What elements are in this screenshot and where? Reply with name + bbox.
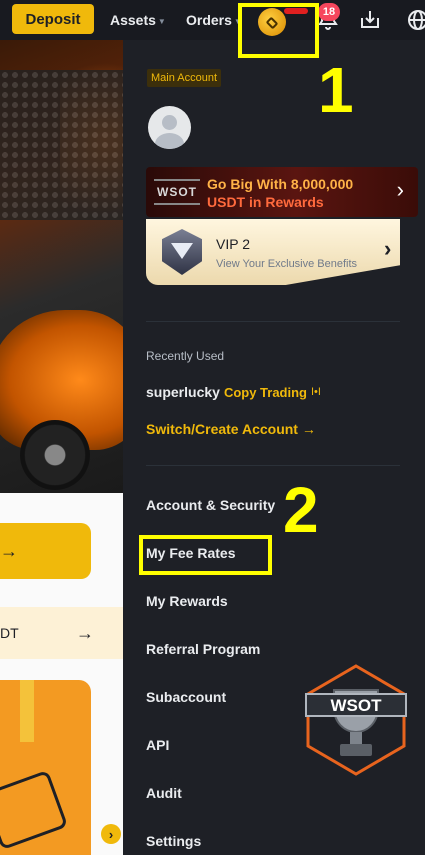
arrow-right-icon: → bbox=[0, 540, 18, 561]
copy-trading-icon: I•I bbox=[311, 386, 321, 398]
promo-banner[interactable]: WSOT Go Big With 8,000,000 USDT in Rewar… bbox=[146, 167, 418, 217]
menu-item-api[interactable]: API bbox=[146, 737, 169, 753]
chevron-right-icon: › bbox=[108, 826, 114, 842]
menu-item-subaccount[interactable]: Subaccount bbox=[146, 689, 226, 705]
caret-down-icon: ▼ bbox=[157, 16, 166, 26]
divider bbox=[146, 321, 400, 322]
step-marker-1: 1 bbox=[318, 54, 354, 126]
arrow-right-icon: → bbox=[76, 622, 94, 643]
divider bbox=[146, 465, 400, 466]
promo-row-link[interactable]: DT → bbox=[0, 607, 123, 659]
vip-benefits-text: View Your Exclusive Benefits bbox=[216, 258, 358, 270]
carousel-next-button[interactable]: › bbox=[101, 824, 121, 844]
banner-pattern bbox=[0, 70, 123, 220]
chevron-right-icon: › bbox=[396, 177, 404, 202]
globe-icon[interactable] bbox=[406, 8, 425, 32]
avatar-head bbox=[162, 115, 177, 130]
vip-level: VIP 2 bbox=[216, 236, 250, 252]
recent-account-item[interactable]: superlucky Copy Trading I•I bbox=[146, 384, 321, 400]
notification-count-badge: 18 bbox=[318, 3, 340, 21]
assets-label: Assets bbox=[110, 12, 156, 28]
promo-row-text: DT bbox=[0, 625, 19, 641]
chevron-right-icon[interactable]: › bbox=[384, 236, 391, 262]
switch-create-account-link[interactable]: Switch/Create Account → bbox=[146, 421, 316, 437]
menu-item-settings[interactable]: Settings bbox=[146, 833, 201, 849]
recently-used-heading: Recently Used bbox=[146, 349, 225, 363]
highlight-box-fee-rates bbox=[139, 535, 272, 575]
top-navigation-bar: Deposit Assets ▼ Orders ▼ 18 bbox=[0, 0, 425, 40]
menu-item-rewards[interactable]: My Rewards bbox=[146, 593, 228, 609]
menu-item-referral[interactable]: Referral Program bbox=[146, 641, 260, 657]
assets-menu[interactable]: Assets ▼ bbox=[110, 12, 166, 28]
account-type-badge: Main Account bbox=[147, 69, 222, 87]
diamond-icon bbox=[171, 243, 193, 259]
avatar[interactable] bbox=[148, 106, 191, 149]
menu-item-account-security[interactable]: Account & Security bbox=[146, 497, 275, 513]
wsot-logo: WSOT bbox=[154, 179, 200, 205]
promo-card[interactable] bbox=[0, 680, 91, 855]
ticket-icon bbox=[0, 769, 69, 851]
banner-cta-button[interactable]: → bbox=[0, 523, 91, 579]
copy-trading-tag: Copy Trading bbox=[223, 384, 307, 400]
promo-subline: USDT in Rewards bbox=[207, 194, 324, 210]
promo-headline: Go Big With 8,000,000 bbox=[207, 176, 354, 192]
highlight-box-avatar bbox=[238, 3, 319, 58]
menu-item-audit[interactable]: Audit bbox=[146, 785, 182, 801]
wsot-badge-text: WSOT bbox=[331, 696, 383, 715]
orders-menu[interactable]: Orders ▼ bbox=[186, 12, 242, 28]
avatar-shoulders bbox=[155, 133, 184, 149]
wsot-trophy-badge: WSOT bbox=[305, 664, 407, 776]
orders-label: Orders bbox=[186, 12, 232, 28]
car-wheel bbox=[20, 420, 90, 490]
step-marker-2: 2 bbox=[283, 474, 319, 546]
card-stripe bbox=[20, 680, 34, 742]
hero-banner bbox=[0, 40, 123, 493]
recent-account-name: superlucky bbox=[146, 384, 220, 400]
download-icon[interactable] bbox=[358, 8, 382, 32]
deposit-button[interactable]: Deposit bbox=[12, 4, 94, 34]
